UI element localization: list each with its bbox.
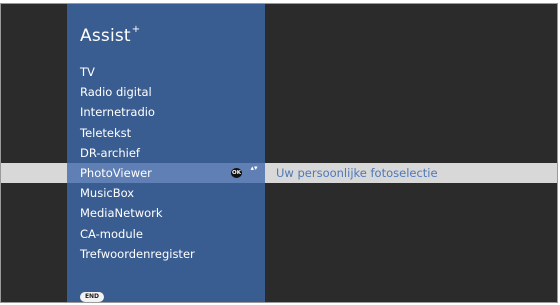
- assist-menu: TV Radio digital Internetradio Teletekst…: [1, 62, 557, 264]
- menu-item-radio-digital[interactable]: Radio digital: [1, 82, 557, 102]
- menu-item-label: MusicBox: [80, 186, 135, 201]
- menu-item-photoviewer[interactable]: PhotoViewer OK ▴▾ Uw persoonlijke fotose…: [1, 162, 557, 184]
- menu-item-description: Uw persoonlijke fotoselectie: [276, 165, 438, 180]
- up-down-arrows-icon: ▴▾: [250, 163, 258, 172]
- menu-item-teletekst[interactable]: Teletekst: [1, 123, 557, 143]
- menu-item-ca-module[interactable]: CA-module: [1, 224, 557, 244]
- menu-item-label: TV: [80, 65, 95, 79]
- menu-item-label: MediaNetwork: [80, 206, 163, 221]
- plus-icon: +: [131, 24, 141, 36]
- page-title-text: Assist: [80, 26, 131, 46]
- menu-item-label: Teletekst: [80, 125, 132, 140]
- menu-item-label: Trefwoordenregister: [80, 246, 195, 261]
- menu-item-musicbox[interactable]: MusicBox: [1, 183, 557, 203]
- menu-item-label: PhotoViewer: [80, 165, 152, 180]
- menu-item-label: Radio digital: [80, 85, 152, 100]
- menu-item-label: Internetradio: [80, 105, 155, 120]
- page-title: Assist+: [80, 24, 141, 46]
- menu-item-trefwoordenregister[interactable]: Trefwoordenregister: [1, 244, 557, 264]
- menu-item-tv[interactable]: TV: [1, 62, 557, 82]
- menu-item-internetradio[interactable]: Internetradio: [1, 102, 557, 122]
- tv-screen: Assist+ TV Radio digital Internetradio T…: [0, 3, 558, 303]
- menu-item-dr-archief[interactable]: DR-archief: [1, 143, 557, 163]
- menu-item-medianetwork[interactable]: MediaNetwork: [1, 203, 557, 223]
- menu-item-label: DR-archief: [80, 145, 140, 160]
- ok-button-icon: OK: [231, 167, 242, 178]
- end-button-icon: END: [80, 292, 104, 302]
- menu-item-label: CA-module: [80, 226, 143, 241]
